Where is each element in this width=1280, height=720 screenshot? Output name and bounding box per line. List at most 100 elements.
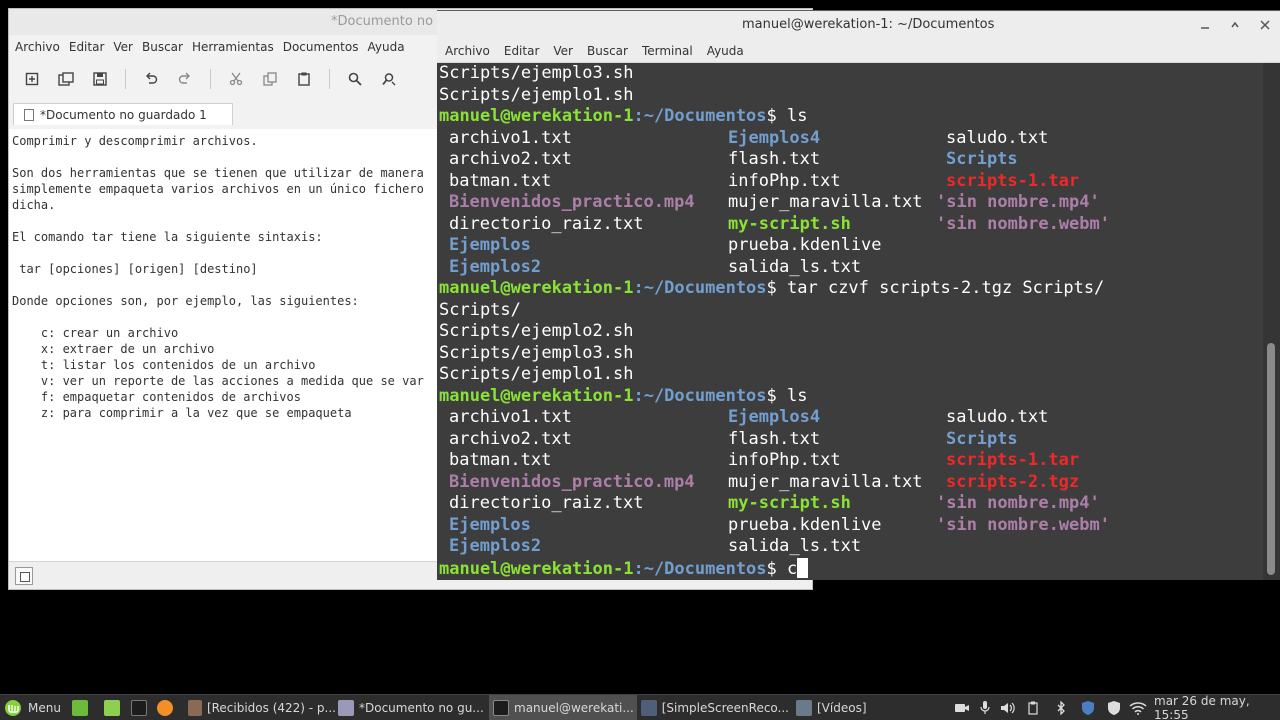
bluetooth-icon[interactable] (1052, 700, 1070, 716)
terminal-menu-archivo[interactable]: Archivo (445, 44, 490, 58)
ls-entry: prueba.kdenlive (728, 514, 882, 535)
ls-row: Ejemplos prueba.kdenlive 'sin nombre.webm' (439, 515, 1263, 537)
ls-entry: salida_ls.txt (728, 536, 862, 556)
editor-menu-archivo[interactable]: Archivo (15, 40, 68, 54)
screen-recorder-tray-icon[interactable] (952, 700, 972, 716)
terminal-menu-ver[interactable]: Ver (553, 44, 573, 58)
ls-row: archivo1.txt Ejemplos4 saludo.txt (439, 128, 1263, 150)
ls-entry: mujer_maravilla.txt (728, 471, 923, 492)
ls-entry: scripts-2.tgz (946, 471, 1080, 492)
ls-entry: saludo.txt (946, 127, 1049, 148)
terminal-prompt-line: manuel@werekation-1:~/Documentos$ ls (439, 386, 1263, 408)
task-documento[interactable]: *Documento no gu... (338, 695, 488, 720)
prompt-path: :~/Documentos (633, 278, 767, 298)
ls-row: Ejemplos2 salida_ls.txt (439, 536, 1263, 558)
terminal-scrollbar-thumb[interactable] (1267, 343, 1275, 575)
terminal-screen[interactable]: Scripts/ejemplo3.sh Scripts/ejemplo1.sh … (437, 63, 1263, 580)
terminal-menu-editar[interactable]: Editar (504, 44, 540, 58)
ls-row: archivo1.txt Ejemplos4 saludo.txt (439, 407, 1263, 429)
ls-row: Bienvenidos_practico.mp4 mujer_maravilla.… (439, 472, 1263, 494)
editor-menu-ver[interactable]: Ver (113, 40, 141, 54)
save-button[interactable] (87, 66, 113, 92)
terminal-menu-buscar[interactable]: Buscar (587, 44, 628, 58)
prompt-path: :~/Documentos (633, 106, 767, 126)
clock[interactable]: mar 26 de may, 15:55 (1154, 694, 1280, 720)
editor-menu-herramientas[interactable]: Herramientas (192, 40, 282, 54)
prompt-user: manuel@werekation-1 (439, 385, 634, 406)
microphone-icon[interactable] (976, 700, 994, 716)
terminal-output-line: Scripts/ejemplo2.sh (439, 321, 634, 341)
volume-icon[interactable] (998, 700, 1018, 716)
ls-entry: scripts-1.tar (946, 170, 1080, 191)
show-desktop-icon (72, 700, 88, 716)
task-simplescreenrecorder[interactable]: [SimpleScreenReco... (641, 695, 789, 720)
minimize-icon[interactable] (1200, 20, 1210, 30)
editor-menu-editar[interactable]: Editar (69, 40, 113, 54)
main-menu-button[interactable]: Menu (4, 695, 66, 720)
ls-entry: 'sin nombre.mp4' (936, 493, 1100, 513)
ls-entry: mujer_maravilla.txt (728, 192, 923, 212)
close-icon[interactable] (1260, 20, 1270, 30)
cut-button[interactable] (223, 66, 249, 92)
undo-button[interactable] (138, 66, 164, 92)
ls-entry: salida_ls.txt (728, 256, 862, 277)
ls-entry: archivo2.txt (449, 149, 572, 169)
recorder-icon (641, 700, 657, 716)
folder-icon (104, 700, 120, 716)
ls-row: Bienvenidos_practico.mp4 mujer_maravilla.… (439, 192, 1263, 214)
redo-button[interactable] (172, 66, 198, 92)
show-desktop-launcher[interactable] (72, 695, 94, 720)
update-manager-icon[interactable] (1104, 700, 1124, 716)
task-videos[interactable]: [Vídeos] (796, 695, 876, 720)
ls-entry: Ejemplos4 (728, 127, 821, 148)
replace-button[interactable] (376, 66, 402, 92)
ls-entry: 'sin nombre.webm' (936, 213, 1110, 234)
terminal-output-line: Scripts/ejemplo1.sh (439, 364, 634, 384)
task-terminal[interactable]: manuel@werekati... (489, 695, 637, 720)
shield-icon[interactable] (1078, 700, 1098, 716)
tab-label: *Documento no guardado 1 (40, 107, 207, 122)
window-controls (1190, 11, 1280, 39)
wifi-icon[interactable] (1128, 700, 1148, 716)
command-text: ls (787, 106, 808, 126)
files-launcher[interactable] (104, 695, 126, 720)
terminal-window: manuel@werekation-1: ~/Documentos Archiv… (437, 10, 1280, 580)
paste-icon (298, 72, 310, 86)
terminal-menu-terminal[interactable]: Terminal (642, 44, 693, 58)
search-button[interactable] (342, 66, 368, 92)
terminal-output-line: Scripts/ejemplo1.sh (439, 84, 634, 105)
ls-row: archivo2.txt flash.txt Scripts (439, 429, 1263, 451)
terminal-scrollbar[interactable] (1263, 63, 1280, 580)
ls-entry: Ejemplos2 (449, 536, 542, 556)
clipboard-icon[interactable] (1024, 700, 1042, 716)
ls-entry: 'sin nombre.mp4' (936, 192, 1100, 212)
ls-entry: Ejemplos (449, 514, 531, 535)
ls-entry: directorio_raiz.txt (449, 493, 644, 513)
prompt-symbol: $ (766, 278, 788, 298)
prompt-symbol: $ (766, 558, 788, 579)
ls-entry: batman.txt (449, 170, 552, 191)
editor-menu-ayuda[interactable]: Ayuda (367, 40, 412, 54)
tab-documento-no-guardado[interactable]: *Documento no guardado 1 (13, 103, 233, 125)
editor-menu-documentos[interactable]: Documentos (283, 40, 367, 54)
terminal-titlebar[interactable]: manuel@werekation-1: ~/Documentos (437, 11, 1280, 39)
open-document-button[interactable] (53, 66, 79, 92)
editor-menu-buscar[interactable]: Buscar (142, 40, 191, 54)
task-label: manuel@werekati... (514, 701, 634, 715)
maximize-icon[interactable] (1230, 20, 1240, 30)
terminal-launcher[interactable] (131, 695, 153, 720)
undo-icon (146, 72, 158, 84)
terminal-prompt-line: manuel@werekation-1:~/Documentos$ c (439, 557, 1263, 580)
ls-row: archivo2.txt flash.txt Scripts (439, 149, 1263, 171)
ls-row: directorio_raiz.txt my-script.sh 'sin nomb… (439, 493, 1263, 515)
copy-button[interactable] (257, 66, 283, 92)
ls-entry: directorio_raiz.txt (449, 213, 644, 234)
task-recibidos[interactable]: [Recibidos (422) - p... (188, 695, 336, 720)
cut-icon (229, 72, 243, 86)
ls-entry: archivo2.txt (449, 428, 572, 449)
paste-button[interactable] (291, 66, 317, 92)
terminal-menu-ayuda[interactable]: Ayuda (707, 44, 744, 58)
side-panel-toggle-button[interactable] (15, 567, 33, 585)
new-document-button[interactable] (19, 66, 45, 92)
firefox-launcher[interactable] (157, 695, 179, 720)
